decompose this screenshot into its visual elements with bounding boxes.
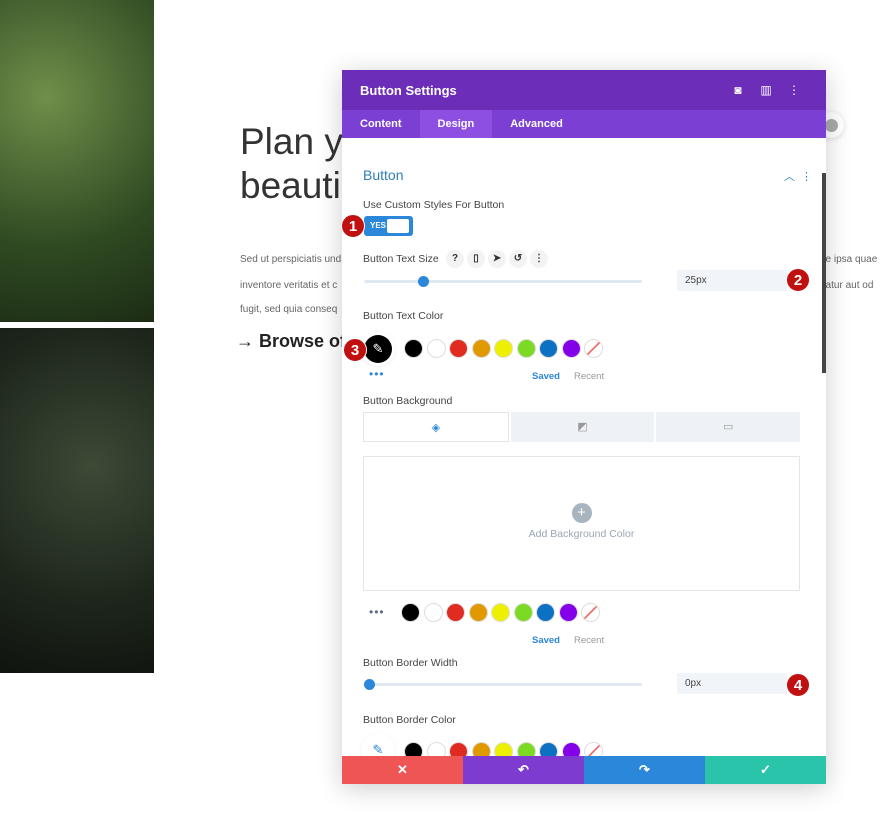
panel-header: Button Settings ◙ ▥ ⋮ xyxy=(342,70,826,110)
slider-thumb[interactable] xyxy=(418,276,430,287)
color-swatch[interactable] xyxy=(558,603,578,622)
plus-icon[interactable]: + xyxy=(571,503,592,523)
add-background-label: Add Background Color xyxy=(528,528,635,540)
help-icon[interactable]: ? xyxy=(446,250,464,268)
step-badge: 4 xyxy=(786,673,810,697)
border-width-input[interactable]: 0px xyxy=(677,673,787,694)
color-swatch[interactable] xyxy=(539,339,558,358)
sidebar-icon[interactable]: ▥ xyxy=(752,83,780,97)
text-size-input[interactable]: 25px xyxy=(677,270,787,291)
button-settings-panel: Button Settings ◙ ▥ ⋮ Content Design Adv… xyxy=(342,70,826,784)
scrollbar[interactable] xyxy=(822,173,826,373)
save-button[interactable]: ✓ xyxy=(705,756,826,784)
recent-tab[interactable]: Recent xyxy=(574,371,604,382)
toggle-label: YES xyxy=(370,221,387,230)
more-icon[interactable]: ⋮ xyxy=(780,83,808,97)
reset-icon[interactable]: ↺ xyxy=(509,250,527,268)
color-swatch[interactable] xyxy=(536,603,555,622)
redo-button[interactable]: ↷ xyxy=(584,756,705,784)
text-color-label: Button Text Color xyxy=(363,310,444,322)
section-title[interactable]: Button xyxy=(363,167,403,183)
more-colors-icon[interactable]: ••• xyxy=(369,367,385,381)
color-swatch[interactable] xyxy=(468,603,488,622)
panel-footer: ✕ ↶ ↷ ✓ xyxy=(342,756,826,784)
slider-thumb[interactable] xyxy=(364,679,375,690)
recent-tab[interactable]: Recent xyxy=(574,635,604,646)
color-swatch[interactable] xyxy=(471,339,491,358)
saved-tab[interactable]: Saved xyxy=(532,371,560,382)
text-size-slider[interactable] xyxy=(364,276,642,287)
paragraph-line: Sed ut perspiciatis und xyxy=(240,254,342,265)
gradient-icon[interactable]: ◩ xyxy=(510,412,655,442)
paragraph-line: ue ipsa quae xyxy=(820,254,878,265)
focus-icon[interactable]: ◙ xyxy=(724,83,752,97)
collapse-chevron-icon[interactable]: ︿ ⋮ xyxy=(784,168,812,184)
more-colors-icon[interactable]: ••• xyxy=(369,605,385,619)
paragraph-line: inventore veritatis et c xyxy=(240,280,338,291)
mobile-icon[interactable]: ▯ xyxy=(467,250,485,268)
background-image-foliage-dark xyxy=(0,328,154,673)
more-icon[interactable]: ⋮ xyxy=(530,250,548,268)
no-color-swatch[interactable] xyxy=(581,603,600,622)
color-swatch[interactable] xyxy=(513,603,533,622)
discard-button[interactable]: ✕ xyxy=(342,756,463,784)
color-swatch[interactable] xyxy=(426,339,446,358)
color-swatch[interactable] xyxy=(561,339,581,358)
panel-title: Button Settings xyxy=(360,82,457,98)
step-badge: 3 xyxy=(343,338,367,362)
page-heading: Plan y beauti xyxy=(240,121,343,206)
border-color-label: Button Border Color xyxy=(363,714,456,726)
tab-content[interactable]: Content xyxy=(342,110,420,138)
paragraph-line: natur aut od xyxy=(820,280,874,291)
color-swatches xyxy=(404,339,603,358)
cursor-icon[interactable]: ➤ xyxy=(488,250,506,268)
background-label: Button Background xyxy=(363,395,453,407)
background-image-foliage xyxy=(0,0,154,322)
color-swatch[interactable] xyxy=(404,339,423,358)
color-swatch[interactable] xyxy=(494,339,513,358)
image-icon[interactable]: ▭ xyxy=(656,412,801,442)
eyedropper-icon[interactable]: ✎ xyxy=(364,335,392,363)
step-badge: 1 xyxy=(341,214,365,238)
color-swatch[interactable] xyxy=(516,339,536,358)
color-swatch[interactable] xyxy=(446,603,465,622)
text-size-label: Button Text Size xyxy=(363,253,439,265)
background-type-tabs: ◈ ◩ ▭ xyxy=(363,412,801,442)
color-swatch[interactable] xyxy=(423,603,443,622)
undo-button[interactable]: ↶ xyxy=(463,756,584,784)
setting-tools: ? ▯ ➤ ↺ ⋮ xyxy=(446,250,548,268)
custom-styles-toggle[interactable]: YES xyxy=(364,216,413,236)
add-background-color-area[interactable]: + Add Background Color xyxy=(363,456,800,591)
color-swatch[interactable] xyxy=(491,603,510,622)
custom-styles-label: Use Custom Styles For Button xyxy=(363,199,505,211)
saved-tab[interactable]: Saved xyxy=(532,635,560,646)
no-color-swatch[interactable] xyxy=(584,339,603,358)
color-swatch[interactable] xyxy=(401,603,420,622)
tab-design[interactable]: Design xyxy=(419,110,493,138)
browse-button[interactable]: → Browse of xyxy=(236,331,346,352)
border-width-label: Button Border Width xyxy=(363,657,458,669)
border-width-slider[interactable] xyxy=(364,679,642,690)
color-swatches xyxy=(401,603,600,622)
color-fill-icon[interactable]: ◈ xyxy=(363,412,509,442)
tab-bar: Content Design Advanced xyxy=(342,110,826,138)
color-swatch[interactable] xyxy=(449,339,468,358)
paragraph-line: fugit, sed quia conseq xyxy=(240,304,338,315)
step-badge: 2 xyxy=(786,268,810,292)
tab-advanced[interactable]: Advanced xyxy=(492,110,581,138)
